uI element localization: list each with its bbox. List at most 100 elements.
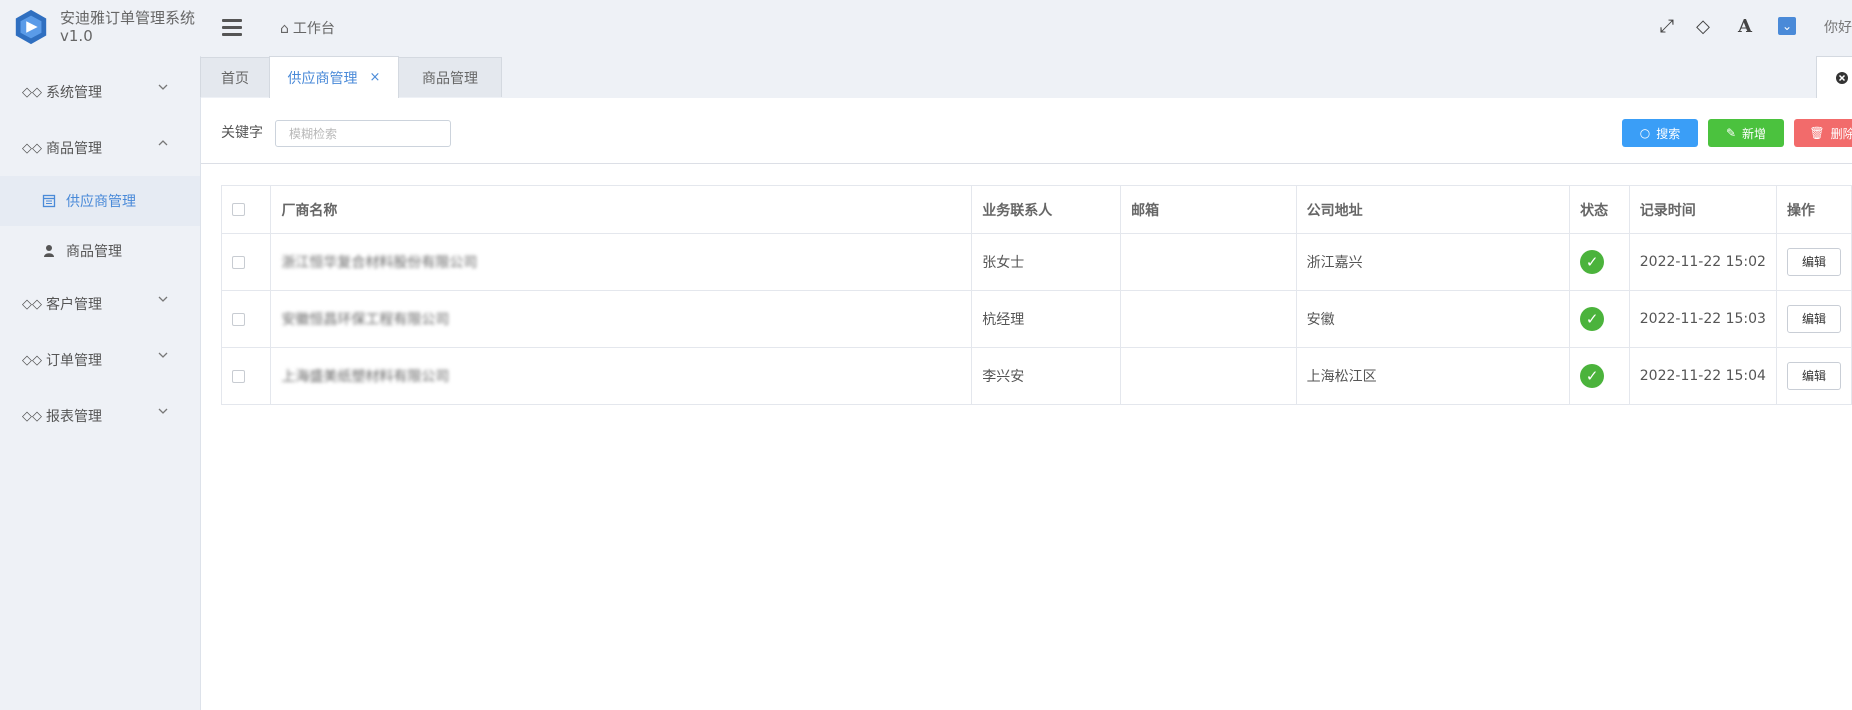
close-all-tabs-button[interactable] [1816,56,1852,98]
search-button-label: 搜索 [1656,126,1681,141]
app-title-name: 安迪雅订单管理系统 [60,9,196,27]
email [1120,347,1297,405]
contact: 杭经理 [971,290,1122,348]
table-row: 浙江恒华复合材料股份有限公司 张女士 浙江嘉兴 ✓ 2022-11-22 15:… [220,233,1852,291]
tab-home[interactable]: 首页 [200,57,270,97]
chevron-up-icon [158,140,168,146]
sidebar-item-label: 客户管理 [46,297,102,313]
tab-label: 供应商管理 [287,70,358,87]
row-checkbox[interactable] [232,369,245,383]
fullscreen-icon[interactable]: ⤢ [1657,17,1677,37]
home-icon: ⌂ [280,21,289,37]
column-header[interactable]: 状态 [1569,185,1630,234]
sidebar: 安迪雅订单管理系统 v1.0 ◇◇ 系统管理 ◇◇ 商品管理 供应商管理 商品管… [0,0,201,710]
column-header[interactable]: 公司地址 [1295,185,1571,234]
diamond-links-icon: ◇◇ [22,84,42,100]
keyword-input[interactable] [275,120,451,147]
add-button[interactable]: ✎ 新增 [1708,119,1784,147]
diamond-links-icon: ◇◇ [22,408,42,424]
diamond-links-icon: ◇◇ [22,296,42,312]
status-check-icon: ✓ [1580,307,1605,331]
record-time: 2022-11-22 15:02 [1628,233,1777,291]
tab-bar: 首页 供应商管理 × 商品管理 [200,56,1852,98]
calendar-icon [42,194,56,208]
column-header[interactable]: 厂商名称 [270,185,973,234]
tab-close-icon[interactable]: × [370,70,381,85]
font-icon[interactable]: A [1735,17,1755,37]
chevron-down-icon [158,352,168,358]
app-logo-icon [15,9,47,45]
brand: 安迪雅订单管理系统 v1.0 [0,0,200,54]
diamond-links-icon: ◇◇ [22,352,42,368]
edit-button[interactable]: 编辑 [1786,362,1841,390]
diamond-icon[interactable]: ◇ [1693,17,1713,37]
edit-icon: ✎ [1725,126,1737,140]
vendor-name: 上海盛美纸塑材料有限公司 [281,369,450,385]
main-panel: 关键字 ○ 搜索 ✎ 新增 🗑 删除 厂商名称 业务联系人 邮箱 公司地址 状态 记录… [201,98,1852,710]
tab-supplier[interactable]: 供应商管理 × [269,56,399,98]
address: 浙江嘉兴 [1295,233,1571,291]
sidebar-item-goods[interactable]: ◇◇ 商品管理 [0,120,200,176]
column-header[interactable]: 业务联系人 [971,185,1122,234]
table-header-row: 厂商名称 业务联系人 邮箱 公司地址 状态 记录时间 操作 [220,185,1852,234]
table-row: 上海盛美纸塑材料有限公司 李兴安 上海松江区 ✓ 2022-11-22 15:0… [220,347,1852,405]
email [1120,290,1297,348]
status-check-icon: ✓ [1580,250,1605,274]
search-button[interactable]: ○ 搜索 [1622,119,1698,147]
address: 安徽 [1295,290,1571,348]
sidebar-item-label: 订单管理 [46,353,102,369]
breadcrumb[interactable]: ⌂ 工作台 [280,18,335,38]
chevron-down-icon [158,296,168,302]
add-button-label: 新增 [1742,126,1767,141]
menu-toggle-icon[interactable] [222,19,242,37]
column-header[interactable]: 操作 [1775,185,1852,234]
sidebar-subitem-goods[interactable]: 商品管理 [0,226,200,276]
breadcrumb-label: 工作台 [292,21,335,37]
user-greeting[interactable]: 你好 [1824,17,1852,37]
app-title: 安迪雅订单管理系统 v1.0 [60,9,195,45]
sidebar-item-system[interactable]: ◇◇ 系统管理 [0,64,200,120]
tab-label: 商品管理 [422,70,478,87]
sidebar-item-customer[interactable]: ◇◇ 客户管理 [0,276,200,332]
delete-button[interactable]: 🗑 删除 [1794,119,1852,147]
edit-button[interactable]: 编辑 [1786,305,1841,333]
select-all-cell [220,185,272,234]
address: 上海松江区 [1295,347,1571,405]
sidebar-item-order[interactable]: ◇◇ 订单管理 [0,332,200,388]
vendor-name: 安徽恒昌环保工程有限公司 [281,312,450,328]
sidebar-item-report[interactable]: ◇◇ 报表管理 [0,388,200,444]
diamond-links-icon: ◇◇ [22,140,42,156]
sidebar-item-label: 系统管理 [46,85,102,101]
column-header[interactable]: 邮箱 [1120,185,1297,234]
sidebar-subitem-supplier[interactable]: 供应商管理 [0,176,200,226]
table-row: 安徽恒昌环保工程有限公司 杭经理 安徽 ✓ 2022-11-22 15:03 编… [220,290,1852,348]
header: ⌂ 工作台 ⤢ ◇ A ⌄ 你好 [200,0,1852,56]
edit-button[interactable]: 编辑 [1786,248,1841,276]
sidebar-subitem-label: 商品管理 [66,244,122,260]
search-icon: ○ [1639,126,1651,140]
row-checkbox[interactable] [232,312,245,326]
contact: 张女士 [971,233,1122,291]
keyword-label: 关键字 [221,125,263,141]
supplier-table: 厂商名称 业务联系人 邮箱 公司地址 状态 记录时间 操作 浙江恒华复合材料股份… [220,185,1852,405]
sidebar-item-label: 报表管理 [46,409,102,425]
status-check-icon: ✓ [1580,364,1605,388]
chevron-down-icon [158,408,168,414]
app-version: v1.0 [60,27,93,45]
tab-goods[interactable]: 商品管理 [398,57,502,97]
email [1120,233,1297,291]
tab-label: 首页 [221,70,249,87]
delete-button-label: 删除 [1830,126,1852,141]
row-checkbox[interactable] [232,255,245,269]
chevron-down-icon [158,84,168,90]
record-time: 2022-11-22 15:03 [1628,290,1777,348]
column-header[interactable]: 记录时间 [1628,185,1777,234]
select-all-checkbox[interactable] [232,203,245,216]
record-time: 2022-11-22 15:04 [1628,347,1777,405]
vendor-name: 浙江恒华复合材料股份有限公司 [281,255,478,271]
search-toolbar: 关键字 ○ 搜索 ✎ 新增 🗑 删除 [201,98,1852,164]
close-circle-icon [1836,72,1848,84]
trash-icon: 🗑 [1809,126,1825,140]
dropdown-icon[interactable]: ⌄ [1778,17,1796,35]
sidebar-item-label: 商品管理 [46,141,102,157]
